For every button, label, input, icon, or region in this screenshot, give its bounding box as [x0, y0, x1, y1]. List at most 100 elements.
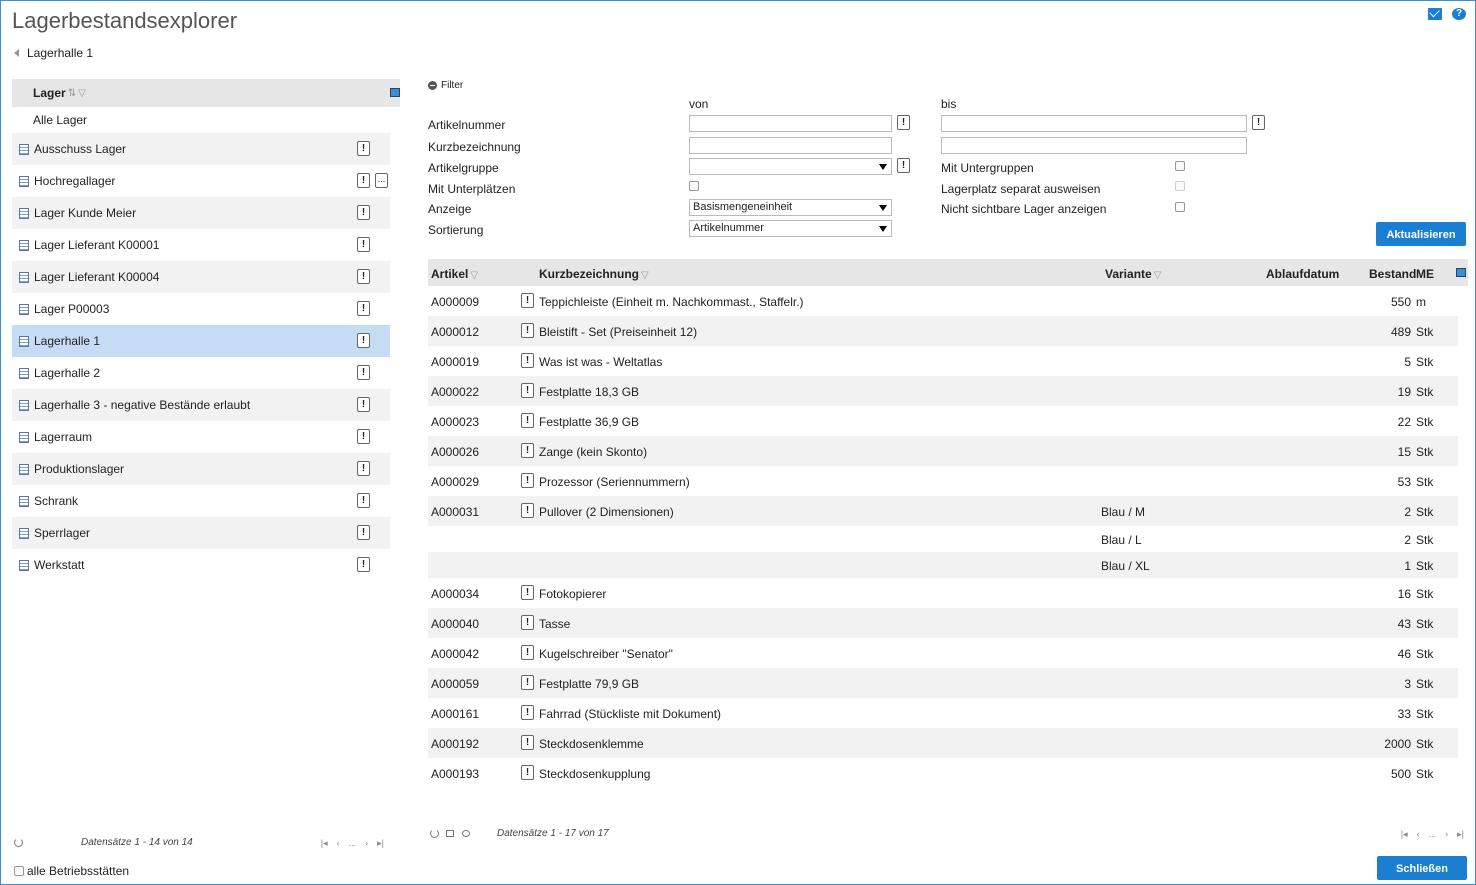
info-button[interactable]: ! [521, 473, 534, 488]
warehouse-item[interactable]: Lagerhalle 2! [12, 357, 390, 389]
pager-ellipsis[interactable]: ... [349, 838, 357, 849]
print-icon[interactable] [446, 830, 454, 837]
filter-icon[interactable]: ▽ [78, 88, 86, 99]
sort-select[interactable]: Artikelnummer [689, 220, 892, 237]
refresh-icon[interactable] [430, 829, 439, 838]
warehouse-item[interactable]: Lagerhalle 3 - negative Bestände erlaubt… [12, 389, 390, 421]
info-button[interactable]: ! [521, 293, 534, 308]
item-number-from-lookup-button[interactable]: ! [897, 115, 910, 130]
table-row[interactable]: A000031! Pullover (2 Dimensionen) Blau / M… [428, 496, 1458, 526]
info-button[interactable]: ! [357, 173, 370, 188]
last-page-icon[interactable]: ▸| [377, 838, 384, 849]
with-subgroups-checkbox[interactable] [1175, 161, 1185, 171]
close-button[interactable]: Schließen [1377, 856, 1467, 880]
separate-location-checkbox[interactable] [1175, 181, 1185, 191]
info-button[interactable]: ! [357, 301, 370, 316]
warehouse-item-label[interactable]: Lager Lieferant K00004 [34, 270, 159, 284]
info-button[interactable]: ! [357, 493, 370, 508]
col-variante[interactable]: Variante ▽ [1105, 267, 1161, 281]
warehouse-item-label[interactable]: Lagerhalle 1 [34, 334, 100, 348]
next-page-icon[interactable]: › [1445, 829, 1448, 840]
all-sites-option[interactable]: alle Betriebsstätten [14, 864, 129, 878]
prev-page-icon[interactable]: ‹ [337, 838, 340, 849]
info-button[interactable]: ! [521, 323, 534, 338]
table-row[interactable]: A000009! Teppichleiste (Einheit m. Nachko… [428, 286, 1458, 316]
info-button[interactable]: ! [521, 585, 534, 600]
table-row[interactable]: A000193! Steckdosenkupplung 500 Stk [428, 758, 1458, 788]
refresh-button[interactable]: Aktualisieren [1376, 222, 1466, 246]
warehouse-item-label[interactable]: Lagerraum [34, 430, 92, 444]
warehouse-item[interactable]: Lagerraum! [12, 421, 390, 453]
short-desc-from-input[interactable] [689, 137, 892, 154]
more-button[interactable]: ... [375, 173, 388, 188]
first-page-icon[interactable]: |◂ [1401, 829, 1408, 840]
table-row[interactable]: A000019! Was ist was - Weltatlas 5 Stk [428, 346, 1458, 376]
col-bestand[interactable]: Bestand [1369, 267, 1416, 281]
warehouse-item-label[interactable]: Sperrlager [34, 526, 90, 540]
warehouse-item[interactable]: Ausschuss Lager! [12, 133, 390, 165]
filter-toggle-label[interactable]: Filter [441, 80, 463, 91]
sort-icon[interactable]: ⇅ [68, 88, 76, 99]
show-hidden-checkbox[interactable] [1175, 202, 1185, 212]
warehouse-item-label[interactable]: Lagerhalle 2 [34, 366, 100, 380]
info-button[interactable]: ! [357, 333, 370, 348]
info-button[interactable]: ! [521, 645, 534, 660]
info-button[interactable]: ! [357, 237, 370, 252]
all-warehouses-label[interactable]: Alle Lager [33, 113, 87, 127]
with-sublocations-checkbox[interactable] [689, 181, 699, 191]
info-button[interactable]: ! [521, 353, 534, 368]
info-button[interactable]: ! [357, 205, 370, 220]
export-icon[interactable] [462, 830, 470, 837]
warehouse-item-label[interactable]: Lagerhalle 3 - negative Bestände erlaubt [34, 398, 250, 412]
table-row[interactable]: A000023! Festplatte 36,9 GB 22 Stk [428, 406, 1458, 436]
warehouse-item[interactable]: Werkstatt! [12, 549, 390, 581]
info-button[interactable]: ! [521, 705, 534, 720]
warehouse-item[interactable]: Lager Lieferant K00004! [12, 261, 390, 293]
table-row[interactable]: A000026! Zange (kein Skonto) 15 Stk [428, 436, 1458, 466]
warehouse-item-label[interactable]: Lager Lieferant K00001 [34, 238, 159, 252]
column-settings-icon[interactable] [1456, 268, 1466, 277]
warehouse-item-label[interactable]: Ausschuss Lager [34, 142, 126, 156]
item-number-from-input[interactable] [689, 115, 892, 132]
next-page-icon[interactable]: › [365, 838, 368, 849]
short-desc-to-input[interactable] [941, 137, 1247, 154]
warehouse-item-label[interactable]: Lager Kunde Meier [34, 206, 136, 220]
breadcrumb[interactable]: Lagerhalle 1 [14, 46, 93, 60]
warehouse-item-label[interactable]: Hochregallager [34, 174, 115, 188]
table-row[interactable]: A000022! Festplatte 18,3 GB 19 Stk [428, 376, 1458, 406]
warehouse-item-label[interactable]: Lager P00003 [34, 302, 109, 316]
info-button[interactable]: ! [357, 141, 370, 156]
back-arrow-icon[interactable] [14, 49, 19, 57]
info-button[interactable]: ! [521, 503, 534, 518]
warehouse-item[interactable]: Sperrlager! [12, 517, 390, 549]
help-icon[interactable]: ? [1452, 8, 1466, 20]
info-button[interactable]: ! [521, 675, 534, 690]
info-button[interactable]: ! [357, 397, 370, 412]
warehouse-list-header[interactable]: Lager ⇅ ▽ [12, 79, 400, 107]
last-page-icon[interactable]: ▸| [1457, 829, 1464, 840]
warehouse-item[interactable]: Lagerhalle 1! [12, 325, 390, 357]
info-button[interactable]: ! [521, 383, 534, 398]
warehouse-item-label[interactable]: Werkstatt [34, 558, 84, 572]
mail-icon[interactable] [1428, 8, 1442, 20]
info-button[interactable]: ! [357, 429, 370, 444]
item-group-lookup-button[interactable]: ! [897, 158, 910, 173]
all-sites-checkbox[interactable] [14, 866, 24, 876]
item-number-to-input[interactable] [941, 115, 1247, 132]
warehouse-header-label[interactable]: Lager [33, 86, 66, 100]
warehouse-item[interactable]: Schrank! [12, 485, 390, 517]
info-button[interactable]: ! [357, 461, 370, 476]
info-button[interactable]: ! [521, 443, 534, 458]
column-settings-icon[interactable] [390, 88, 400, 97]
table-row[interactable]: A000161! Fahrrad (Stückliste mit Dokument… [428, 698, 1458, 728]
info-button[interactable]: ! [521, 413, 534, 428]
item-group-select[interactable] [689, 158, 892, 175]
info-button[interactable]: ! [357, 557, 370, 572]
table-row[interactable]: A000012! Bleistift - Set (Preiseinheit 12… [428, 316, 1458, 346]
display-select[interactable]: Basismengeneinheit [689, 199, 892, 216]
col-artikel[interactable]: Artikel ▽ [431, 267, 478, 281]
warehouse-item[interactable]: Lager P00003! [12, 293, 390, 325]
info-button[interactable]: ! [521, 615, 534, 630]
item-number-to-lookup-button[interactable]: ! [1252, 115, 1265, 130]
prev-page-icon[interactable]: ‹ [1417, 829, 1420, 840]
